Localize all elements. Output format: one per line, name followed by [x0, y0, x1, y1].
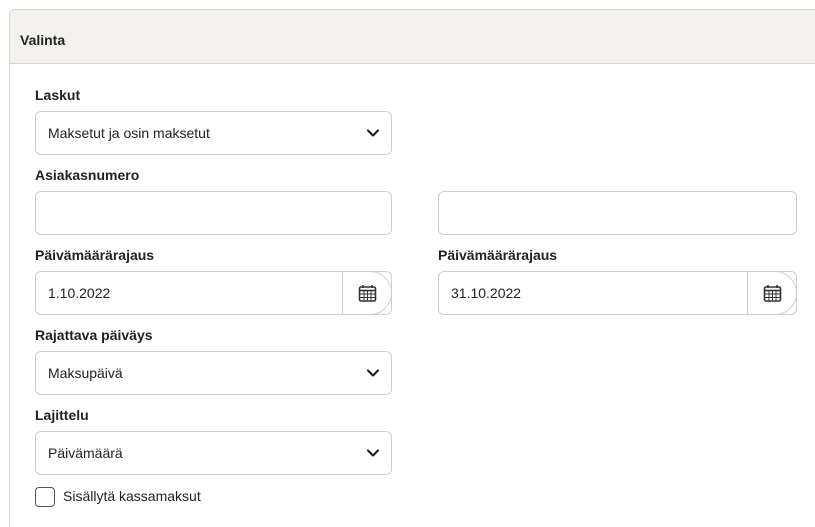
- date-from-label: Päivämäärärajaus: [35, 247, 155, 263]
- chevron-down-icon: [366, 449, 380, 457]
- calendar-icon: [763, 285, 782, 302]
- sorting-select[interactable]: Päivämäärä: [35, 431, 392, 475]
- calendar-icon: [358, 285, 377, 302]
- panel-header: Valinta: [10, 10, 815, 64]
- date-from-picker-button[interactable]: [342, 271, 392, 315]
- date-from-value: 1.10.2022: [48, 285, 111, 301]
- date-to-label: Päivämäärärajaus: [438, 247, 558, 263]
- date-to-input[interactable]: 31.10.2022: [438, 271, 797, 315]
- chevron-down-icon: [366, 369, 380, 377]
- date-to-picker-button[interactable]: [747, 271, 797, 315]
- panel-title: Valinta: [20, 32, 66, 48]
- sorting-selected-value: Päivämäärä: [48, 445, 123, 461]
- customer-number-label: Asiakasnumero: [35, 167, 140, 183]
- include-cash-payments-checkbox[interactable]: [35, 487, 55, 507]
- chevron-down-icon: [366, 129, 380, 137]
- date-type-select[interactable]: Maksupäivä: [35, 351, 392, 395]
- sorting-label: Lajittelu: [35, 407, 89, 423]
- invoices-select[interactable]: Maksetut ja osin maksetut: [35, 111, 392, 155]
- invoices-label: Laskut: [35, 87, 81, 103]
- include-cash-payments-label[interactable]: Sisällytä kassamaksut: [63, 488, 201, 504]
- date-from-input[interactable]: 1.10.2022: [35, 271, 392, 315]
- date-type-label: Rajattava päiväys: [35, 327, 153, 343]
- invoices-selected-value: Maksetut ja osin maksetut: [48, 125, 210, 141]
- date-to-value: 31.10.2022: [451, 285, 522, 301]
- customer-number-to-input[interactable]: [438, 191, 797, 235]
- customer-number-from-input[interactable]: [35, 191, 392, 235]
- date-type-selected-value: Maksupäivä: [48, 365, 123, 381]
